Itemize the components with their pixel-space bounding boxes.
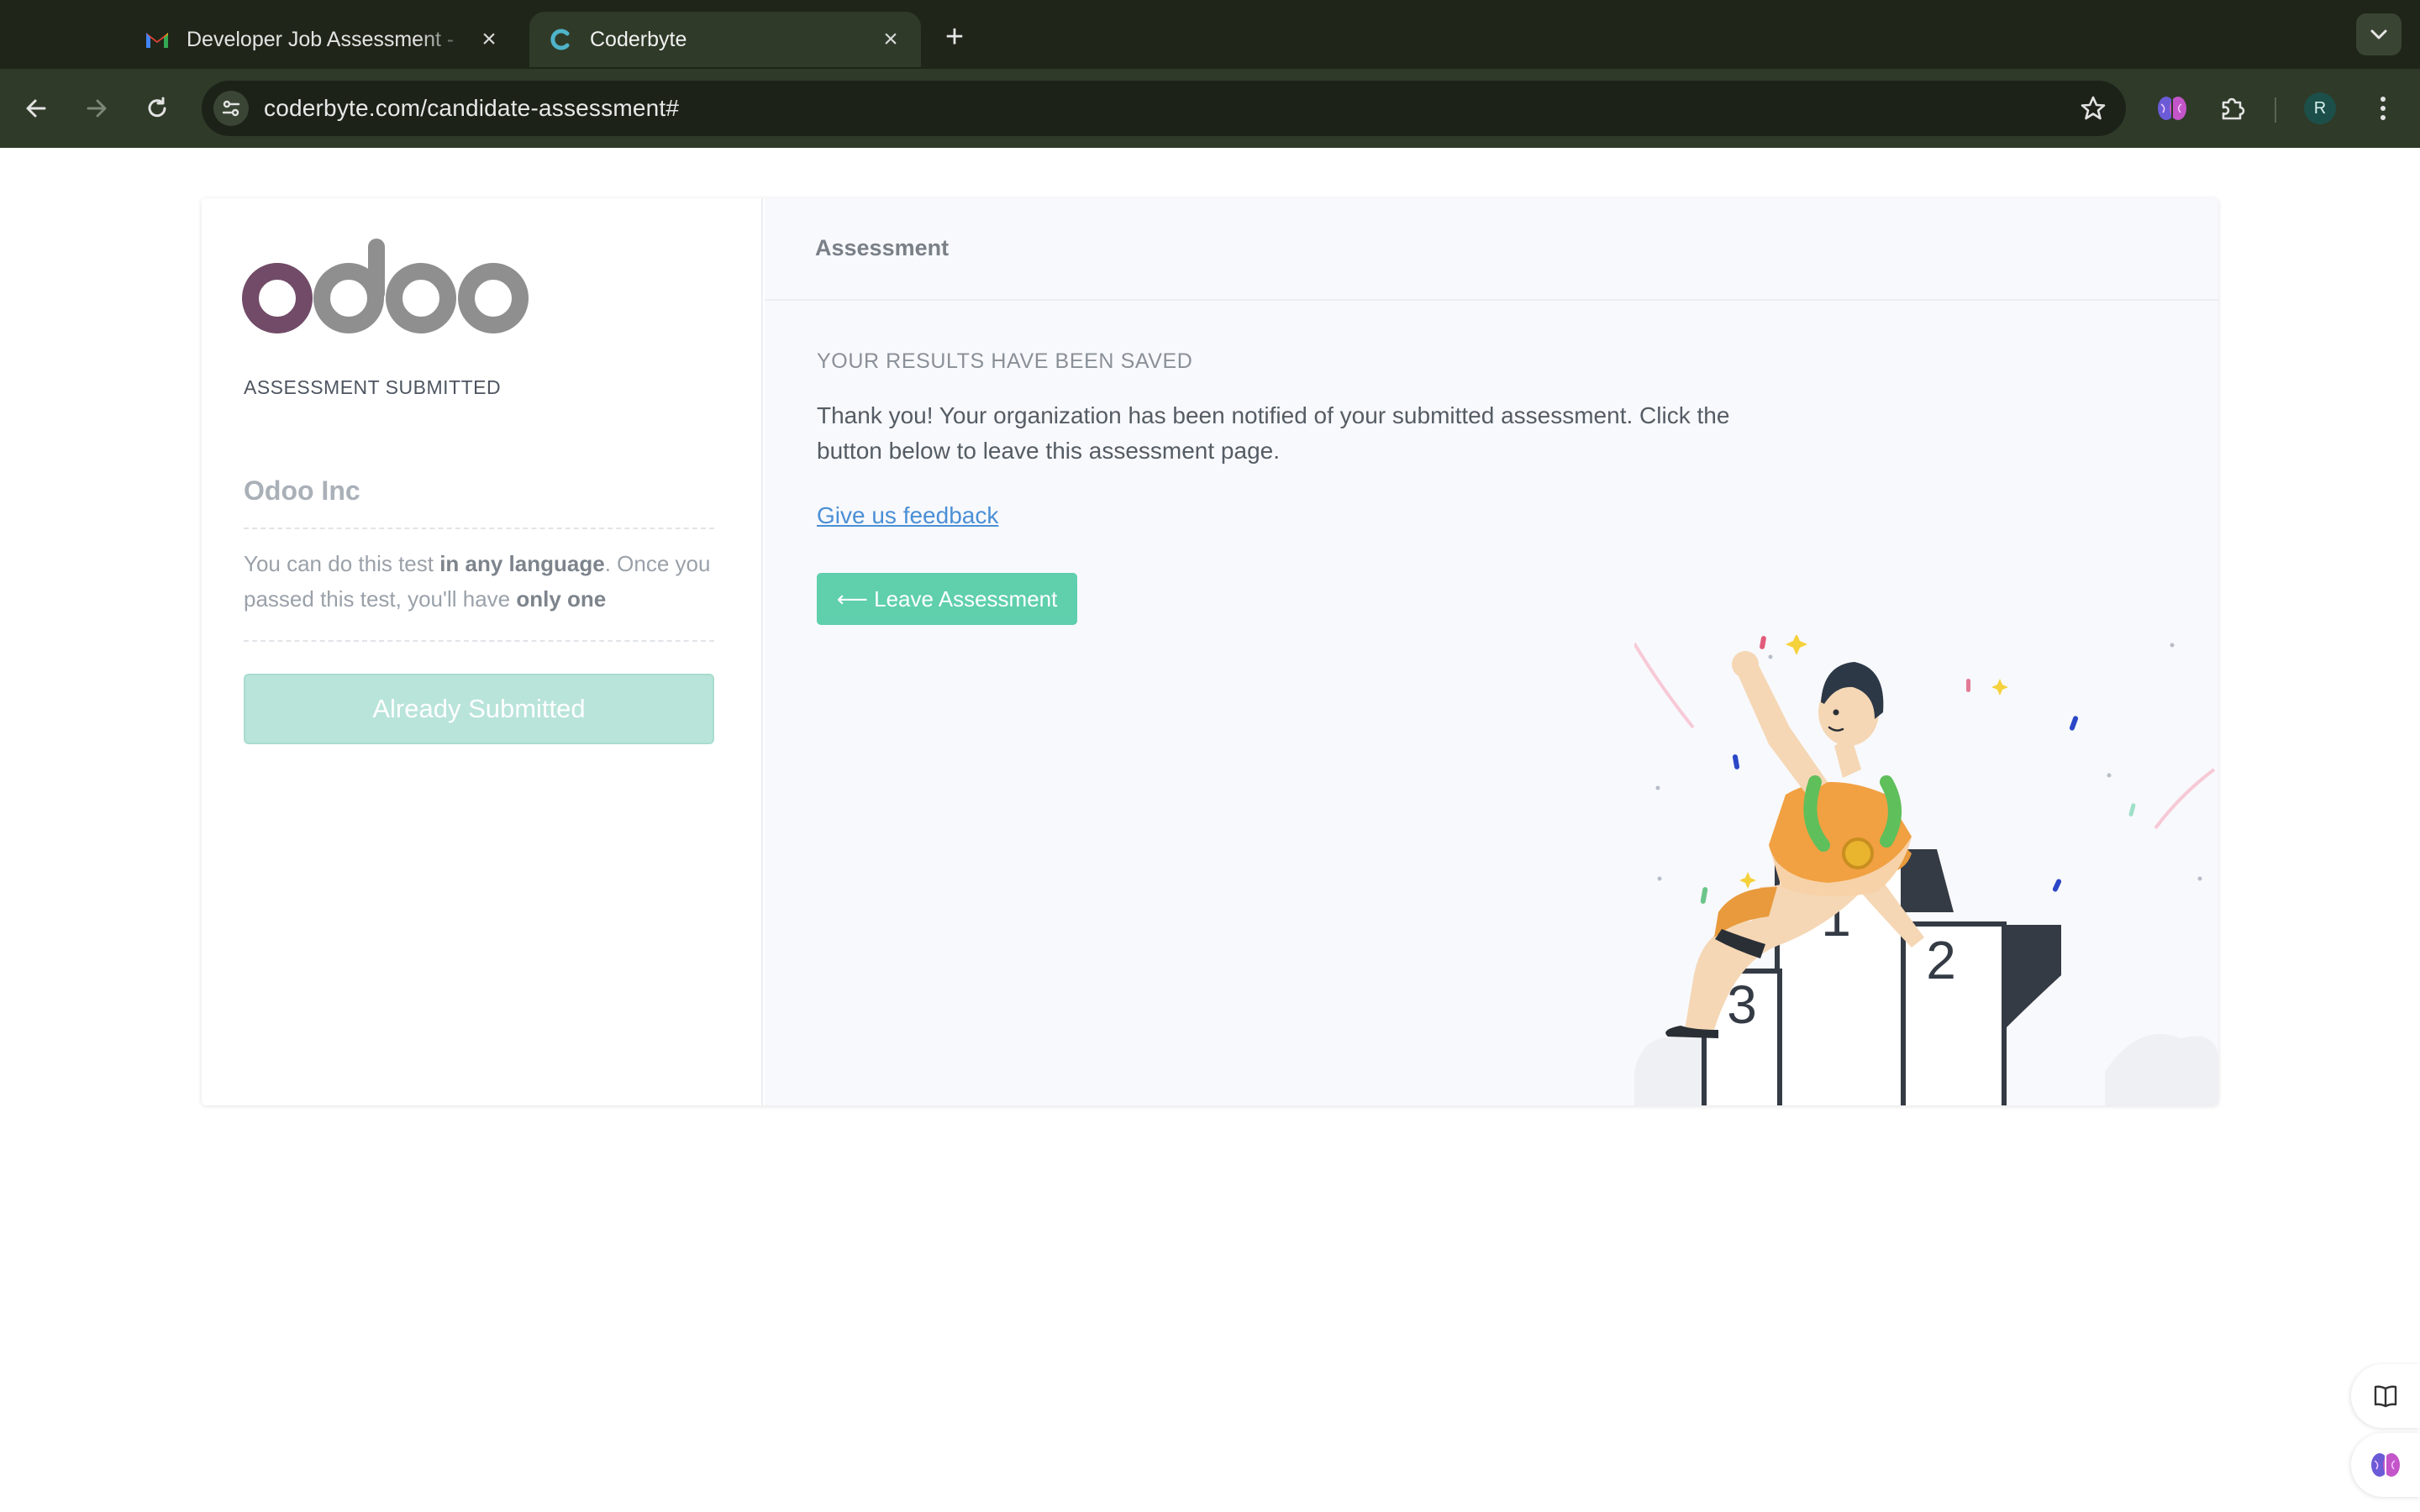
assessment-main: Assessment YOUR RESULTS HAVE BEEN SAVED … — [765, 198, 2218, 1105]
podium-second-label: 2 — [1926, 930, 1956, 990]
already-submitted-button[interactable]: Already Submitted — [244, 674, 714, 744]
page-title: Assessment — [815, 235, 950, 260]
gmail-icon — [143, 25, 171, 54]
brain-extension-icon[interactable] — [2151, 87, 2193, 129]
odoo-logo — [242, 228, 532, 350]
bookmark-star-icon[interactable] — [2079, 94, 2107, 127]
chevron-down-icon — [2370, 29, 2387, 39]
assessment-card: ASSESSMENT SUBMITTED Odoo Inc You can do… — [202, 198, 2218, 1105]
close-icon[interactable]: × — [474, 24, 504, 55]
new-tab-button[interactable]: + — [934, 17, 975, 57]
address-bar[interactable]: coderbyte.com/candidate-assessment# — [202, 81, 2126, 136]
brain-assistant-button[interactable] — [2351, 1433, 2420, 1497]
tab-title: Developer Job Assessment - — [187, 27, 455, 51]
profile-avatar[interactable]: R — [2304, 92, 2336, 124]
site-info-icon[interactable] — [213, 91, 249, 126]
assessment-sidebar: ASSESSMENT SUBMITTED Odoo Inc You can do… — [202, 198, 763, 1105]
browser-tab-strip: Developer Job Assessment - × Coderbyte ×… — [0, 0, 2420, 69]
company-name: Odoo Inc — [244, 475, 360, 506]
forward-button[interactable] — [77, 89, 116, 128]
confirmation-message: Thank you! Your organization has been no… — [817, 402, 1730, 464]
tab-coderbyte[interactable]: Coderbyte × — [529, 12, 921, 67]
reload-button[interactable] — [138, 89, 176, 128]
leave-assessment-button[interactable]: ⟵ Leave Assessment — [817, 573, 1077, 625]
tab-title: Coderbyte — [590, 27, 687, 51]
divider — [244, 640, 714, 642]
tab-search-button[interactable] — [2356, 13, 2402, 55]
assessment-description: You can do this test in any language. On… — [244, 551, 711, 612]
main-header: Assessment — [765, 198, 2218, 301]
browser-toolbar: coderbyte.com/candidate-assessment# R — [0, 69, 2420, 148]
arrow-right-icon — [87, 99, 107, 118]
toolbar-divider — [2275, 97, 2276, 123]
divider — [244, 528, 714, 529]
results-saved-heading: YOUR RESULTS HAVE BEEN SAVED — [817, 349, 1193, 373]
coderbyte-icon — [546, 25, 575, 54]
back-button[interactable] — [17, 89, 55, 128]
brain-icon — [2371, 1453, 2400, 1477]
arrow-left-icon — [26, 99, 46, 118]
assessment-status-label: ASSESSMENT SUBMITTED — [244, 376, 502, 398]
url-text: coderbyte.com/candidate-assessment# — [264, 95, 680, 121]
feedback-link[interactable]: Give us feedback — [817, 502, 998, 529]
close-icon[interactable]: × — [876, 24, 906, 55]
open-book-icon — [2374, 1385, 2397, 1408]
winner-podium-illustration: 1 2 3 — [1634, 635, 2218, 1105]
tab-gmail[interactable]: Developer Job Assessment - × — [126, 12, 519, 67]
reader-mode-button[interactable] — [2351, 1364, 2420, 1428]
kebab-menu-icon[interactable] — [2362, 87, 2404, 129]
reload-icon — [148, 97, 166, 118]
page-content: ASSESSMENT SUBMITTED Odoo Inc You can do… — [0, 148, 2420, 1512]
extensions-puzzle-icon[interactable] — [2212, 87, 2254, 129]
